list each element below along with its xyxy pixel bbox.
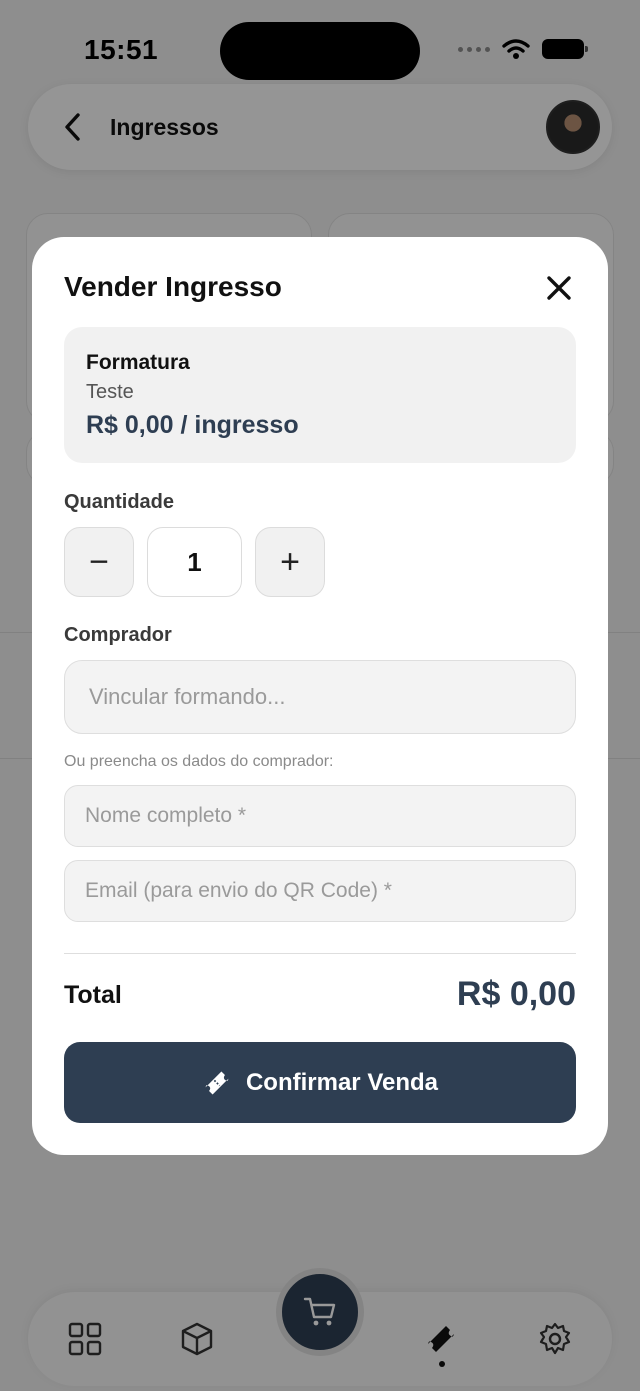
confirm-sale-label: Confirmar Venda (245, 1068, 439, 1096)
event-name: Formatura (86, 351, 190, 374)
event-price: R$ 0,00 / ingresso (86, 411, 299, 439)
decrease-quantity-button[interactable]: − (64, 527, 134, 597)
email-field[interactable] (64, 860, 576, 922)
increase-quantity-button[interactable]: + (255, 527, 325, 597)
modal-title: Vender Ingresso (64, 271, 282, 302)
sell-ticket-modal: Vender Ingresso Formatura Teste R$ 0,00 … (32, 237, 608, 1155)
close-icon[interactable] (544, 273, 574, 303)
divider (64, 953, 576, 954)
quantity-label: Quantidade (64, 491, 175, 513)
quantity-value[interactable]: 1 (147, 527, 242, 597)
full-name-field[interactable] (64, 785, 576, 847)
event-summary-card: Formatura Teste R$ 0,00 / ingresso (64, 327, 576, 463)
total-value: R$ 0,00 (456, 975, 576, 1013)
event-subtitle: Teste (86, 381, 134, 403)
confirm-sale-button[interactable]: Confirmar Venda (64, 1042, 576, 1123)
ticket-icon (205, 1071, 229, 1094)
buyer-label: Comprador (64, 624, 172, 646)
link-graduate-input[interactable] (64, 660, 576, 734)
buyer-hint: Ou preencha os dados do comprador: (64, 753, 334, 770)
total-label: Total (64, 981, 122, 1009)
